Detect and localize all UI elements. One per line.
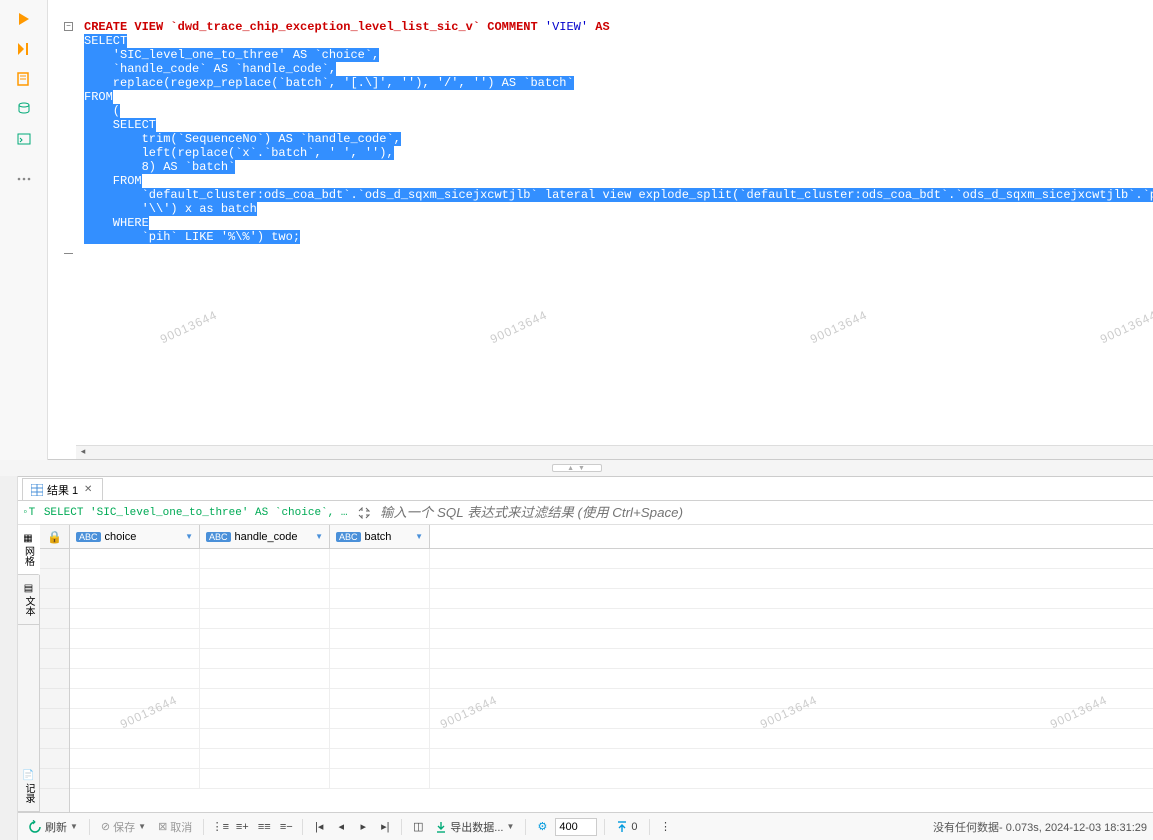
fold-end-marker: [64, 253, 73, 255]
row-number-gutter: 🔒: [40, 525, 70, 812]
side-tab-log[interactable]: 📄记录: [18, 762, 39, 812]
sql-keyword: CREATE VIEW `dwd_trace_chip_exception_le…: [84, 20, 545, 34]
code-lines: CREATE VIEW `dwd_trace_chip_exception_le…: [84, 6, 1145, 244]
dup-row-icon[interactable]: ≡≡: [255, 821, 273, 833]
executed-query: ◦T SELECT 'SIC_level_one_to_three' AS `c…: [22, 507, 352, 519]
gear-small-icon[interactable]: ⚙: [533, 820, 551, 833]
status-text: 没有任何数据- 0.073s, 2024-12-03 18:31:29: [933, 819, 1147, 835]
row-count-input[interactable]: [555, 818, 597, 836]
scroll-left-icon[interactable]: ◂: [76, 446, 90, 460]
results-panel: 结果 1 ✕ ◦T SELECT 'SIC_level_one_to_three…: [18, 476, 1153, 840]
tab-results-1[interactable]: 结果 1 ✕: [22, 478, 103, 500]
run-icon[interactable]: [12, 7, 36, 31]
results-toolbar: 刷新▼ ⊘保存▼ ⊠取消 ⋮≡ ≡+ ≡≡ ≡− |◂ ◂ ▸ ▸| ◫ 导出数…: [18, 812, 1153, 840]
fold-toggle-icon[interactable]: −: [64, 22, 73, 31]
save-button[interactable]: ⊘保存▼: [97, 817, 150, 837]
side-tab-grid[interactable]: ▦网格: [18, 525, 40, 575]
side-tab-text[interactable]: ▤文本: [18, 575, 39, 625]
tab-label: 结果 1: [47, 482, 78, 498]
column-header-batch[interactable]: ABCbatch▼: [330, 525, 430, 548]
expand-icon[interactable]: [356, 505, 372, 521]
dropdown-icon[interactable]: ▼: [415, 532, 423, 541]
horizontal-scrollbar[interactable]: ◂: [76, 445, 1153, 459]
del-row-icon[interactable]: ≡−: [277, 821, 295, 833]
refresh-button[interactable]: 刷新▼: [24, 817, 82, 837]
side-tabs: ▦网格 ▤文本 📄记录: [18, 525, 40, 812]
run-step-icon[interactable]: [12, 37, 36, 61]
db-icon[interactable]: [12, 97, 36, 121]
edit-icon[interactable]: ⋮≡: [211, 820, 229, 833]
sql-editor[interactable]: − CREATE VIEW `dwd_trace_chip_exception_…: [48, 0, 1153, 460]
results-tab-bar: 结果 1 ✕: [18, 477, 1153, 501]
dropdown-icon[interactable]: ▼: [185, 532, 193, 541]
export-button[interactable]: 导出数据...▼: [431, 817, 518, 837]
panels-icon[interactable]: ◫: [409, 820, 427, 833]
last-page-icon[interactable]: ▸|: [376, 820, 394, 833]
editor-gutter: −: [48, 0, 76, 445]
tab-close-icon[interactable]: ✕: [82, 484, 94, 496]
filter-input[interactable]: [376, 503, 1149, 523]
rows-fetched: 0: [612, 819, 641, 835]
query-bar: ◦T SELECT 'SIC_level_one_to_three' AS `c…: [18, 501, 1153, 525]
cancel-button[interactable]: ⊠取消: [154, 817, 196, 837]
more-dots-icon[interactable]: ⋮: [657, 820, 675, 833]
add-row-icon[interactable]: ≡+: [233, 821, 251, 833]
console-icon[interactable]: [12, 127, 36, 151]
results-grid[interactable]: ABCchoice▼ ABChandle_code▼ ABCbatch▼ 900…: [70, 525, 1153, 812]
grid-result-icon: [31, 484, 43, 496]
column-header-choice[interactable]: ABCchoice▼: [70, 525, 200, 548]
grid-body: [70, 549, 1153, 789]
dropdown-icon[interactable]: ▼: [315, 532, 323, 541]
lock-icon: 🔒: [40, 525, 69, 549]
script-icon[interactable]: [12, 67, 36, 91]
menu-dots-icon[interactable]: [12, 167, 36, 191]
pane-splitter[interactable]: ▲ ▼: [0, 460, 1153, 476]
column-header-handle-code[interactable]: ABChandle_code▼: [200, 525, 330, 548]
first-page-icon[interactable]: |◂: [310, 820, 328, 833]
prev-page-icon[interactable]: ◂: [332, 820, 350, 833]
grid-header-row: ABCchoice▼ ABChandle_code▼ ABCbatch▼: [70, 525, 1153, 549]
next-page-icon[interactable]: ▸: [354, 820, 372, 833]
collapsed-side-panel[interactable]: [0, 476, 18, 840]
